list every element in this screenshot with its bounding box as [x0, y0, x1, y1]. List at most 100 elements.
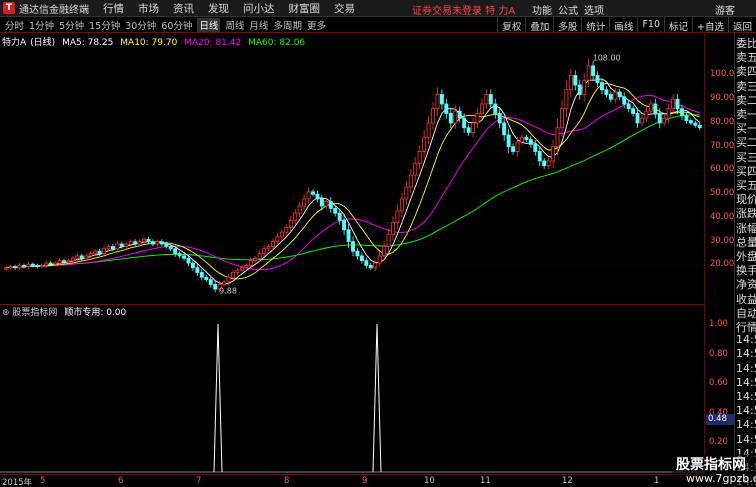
candlestick: [297, 201, 302, 218]
period-5min[interactable]: 5分钟: [59, 18, 84, 32]
candlestick: [244, 263, 249, 271]
tool-f10[interactable]: F10: [637, 17, 664, 33]
tool-draw[interactable]: 画线: [609, 17, 637, 33]
date-tick: 6: [118, 476, 124, 486]
orderbook-label: 14:50: [736, 347, 756, 361]
date-tick: 11: [480, 476, 491, 486]
period-30min[interactable]: 30分钟: [125, 18, 156, 32]
period-multi[interactable]: 多周期: [273, 18, 302, 32]
menu-market[interactable]: 市场: [138, 1, 159, 16]
tool-add-favorite[interactable]: +自选: [692, 17, 728, 33]
period-1min[interactable]: 1分钟: [29, 18, 54, 32]
candlestick: [471, 117, 475, 138]
login-notice[interactable]: 证券交易未登录 特 力A: [412, 2, 515, 17]
candlestick: [635, 108, 640, 129]
kline-chart[interactable]: 108.00 9.88: [0, 33, 704, 303]
period-daily[interactable]: 日线: [197, 17, 221, 32]
candlestick: [479, 98, 484, 119]
menu-news[interactable]: 资讯: [173, 1, 194, 16]
candlestick: [115, 240, 120, 253]
period-monthly[interactable]: 月线: [249, 18, 268, 32]
candlestick: [573, 70, 578, 91]
candlestick: [444, 98, 449, 119]
candlestick: [311, 189, 315, 197]
period-15min[interactable]: 15分钟: [89, 18, 120, 32]
candlestick: [613, 87, 618, 104]
candlestick: [26, 261, 31, 269]
indicator-chart[interactable]: [0, 316, 704, 474]
candlestick: [608, 91, 613, 103]
period-more[interactable]: 更多: [307, 18, 326, 32]
candlestick: [533, 140, 538, 156]
low-annotation: 9.88: [219, 286, 237, 295]
price-tick: 30.00: [710, 235, 735, 246]
candlestick: [199, 269, 204, 281]
candlestick: [671, 94, 676, 114]
candlestick: [195, 264, 200, 276]
menu-ask[interactable]: 问小达: [243, 1, 275, 16]
date-tick: 8: [284, 476, 290, 486]
candlestick: [466, 124, 471, 136]
candlestick: [604, 86, 609, 98]
orderbook-label: 14:50: [736, 333, 756, 347]
price-tick: 80.00: [710, 116, 735, 127]
period-intraday[interactable]: 分时: [5, 18, 24, 32]
candlestick: [697, 122, 702, 131]
candlestick: [519, 133, 524, 146]
candlestick: [586, 58, 591, 88]
candlestick: [275, 233, 280, 245]
tool-mark[interactable]: 标记: [664, 17, 692, 33]
tool-overlay[interactable]: 叠加: [525, 17, 553, 33]
tool-back[interactable]: 返回: [727, 17, 756, 33]
orderbook-label: 14:50: [736, 418, 756, 432]
candlestick: [497, 108, 502, 129]
candlestick: [253, 255, 258, 264]
candlestick: [315, 190, 320, 203]
tool-stats[interactable]: 统计: [581, 17, 609, 33]
menu-guest[interactable]: 游客: [715, 2, 735, 17]
menu-options[interactable]: 选项: [584, 2, 604, 17]
watermark-title: 股票指标网: [676, 457, 746, 473]
candlestick: [190, 259, 195, 272]
candlestick: [70, 255, 75, 264]
candlestick: [693, 120, 698, 128]
period-toolbar: 分时 1分钟 5分钟 15分钟 30分钟 60分钟 日线 周线 月线 多周期 更…: [0, 17, 756, 33]
price-tick: 70.00: [710, 140, 735, 151]
candlestick: [359, 252, 364, 264]
period-weekly[interactable]: 周线: [225, 18, 244, 32]
watermark-url: www.7gpzb.com: [686, 472, 756, 485]
candlestick: [142, 236, 147, 245]
candlestick: [328, 197, 333, 213]
menu-quotes[interactable]: 行情: [103, 1, 124, 16]
date-tick: 2015年: [2, 478, 33, 487]
menu-formula[interactable]: 公式: [558, 2, 578, 17]
menu-function[interactable]: 功能: [532, 2, 552, 17]
candlestick: [4, 265, 9, 271]
candlestick: [653, 98, 658, 119]
candlestick: [235, 267, 240, 275]
menu-discover[interactable]: 发现: [208, 1, 229, 16]
candlestick: [159, 239, 164, 247]
orderbook-label: 14:50: [736, 390, 756, 403]
tool-multi-stock[interactable]: 多股: [553, 17, 581, 33]
orderbook-panel[interactable]: 委比 卖五 卖四 卖三 卖二 卖一 买一 买二 买三 买四 买五 现价 涨跌 涨幅 总量 外盘 换手 净资 收益 自动…: [734, 33, 756, 487]
period-60min[interactable]: 60分钟: [161, 18, 192, 32]
candlestick: [591, 60, 596, 81]
indicator-spike: [372, 323, 382, 473]
candlestick: [511, 143, 516, 155]
indicator-tick: 0.80: [709, 348, 728, 359]
menu-wealth[interactable]: 财富圈: [289, 1, 321, 16]
tool-adjust[interactable]: 复权: [497, 17, 525, 33]
candlestick: [373, 259, 378, 272]
candlestick: [302, 194, 307, 211]
menu-trade[interactable]: 交易: [334, 1, 355, 16]
candlestick: [439, 89, 444, 110]
candlestick: [688, 118, 693, 126]
date-tick: 5: [40, 476, 46, 486]
candlestick: [155, 239, 160, 247]
candlestick: [422, 130, 427, 159]
candlestick: [35, 263, 40, 269]
candlestick: [346, 223, 351, 248]
candlestick: [355, 247, 360, 260]
candlestick: [351, 236, 355, 257]
